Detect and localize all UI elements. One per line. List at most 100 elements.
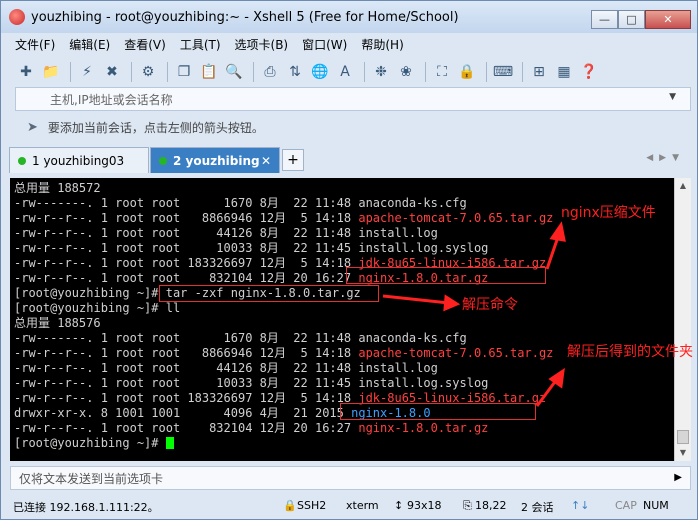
terminal-cursor [165,437,174,449]
annotation-compressed-file: nginx压缩文件 [561,205,656,221]
chevron-down-icon[interactable]: ▼ [669,92,676,102]
terminal-scrollbar[interactable]: ▲ ▼ [674,178,691,461]
connect-icon[interactable]: ⚡ [76,61,98,83]
script-icon[interactable]: ❀ [395,61,417,83]
transfer-icon[interactable]: ⇅ [284,61,306,83]
hint-text: 要添加当前会话，点击左侧的箭头按钮。 [47,120,264,135]
menu-tools[interactable]: 工具(T) [180,36,221,53]
open-folder-icon[interactable]: 📁 [40,61,62,83]
properties-icon[interactable]: ⚙ [137,61,159,83]
terminal-text: -rw-r--r--. 1 root root 183326697 12月 5 … [14,256,359,270]
session-hint-bar: ➤ 要添加当前会话，点击左侧的箭头按钮。 [15,115,691,139]
annotation-extract-command: 解压命令 [462,297,518,313]
terminal-line: -rw-r--r--. 1 root root 10033 8月 22 11:4… [14,241,488,256]
terminal-text: -rw-r--r--. 1 root root 183326697 12月 5 … [14,391,359,405]
menu-bar: 文件(F) 编辑(E) 查看(V) 工具(T) 选项卡(B) 窗口(W) 帮助(… [15,33,418,55]
xshell-logo-icon [9,9,25,25]
find-icon[interactable]: 🔍 [223,61,245,83]
terminal-line: -rw-r--r--. 1 root root 44126 8月 22 11:4… [14,226,438,241]
tab-scroll-arrows[interactable]: ◀▶▼ [646,153,685,163]
compose-placeholder: 仅将文本发送到当前选项卡 [19,471,164,486]
print-icon[interactable]: ⎙ [259,61,281,83]
terminal-line: -rw-r--r--. 1 root root 8866946 12月 5 14… [14,346,553,361]
menu-help[interactable]: 帮助(H) [361,36,403,53]
paste-icon[interactable]: 📋 [198,61,220,83]
terminal-filename: install.log [358,226,438,240]
terminal-line: [root@youzhibing ~]# [14,436,174,451]
scroll-thumb[interactable] [677,430,689,444]
terminal-text: [root@youzhibing ~]# [14,286,166,300]
status-num: NUM [643,499,669,512]
terminal-line: -rw-------. 1 root root 1670 8月 22 11:48… [14,196,467,211]
terminal-text: -rw-r--r--. 1 root root 10033 8月 22 11:4… [14,376,359,390]
new-tab-button[interactable]: + [282,149,304,171]
connected-status-icon [159,156,167,165]
menu-window[interactable]: 窗口(W) [302,36,347,53]
terminal-line: -rw-r--r--. 1 root root 8866946 12月 5 14… [14,211,553,226]
tab-close-icon[interactable]: ✕ [261,154,271,168]
annotation-box-folder [340,403,536,420]
tab-youzhibing[interactable]: 2 youzhibing ✕ [150,147,280,173]
minimize-button[interactable]: — [591,10,618,29]
maximize-button[interactable]: □ [618,10,645,29]
annotation-extracted-folder: 解压后得到的文件夹 [567,344,693,360]
terminal-text: -rw-r--r--. 1 root root 8866946 12月 5 14… [14,346,359,360]
address-bar[interactable]: 主机,IP地址或会话名称 ▼ [15,87,691,111]
status-cursor-position: 18,22 [475,499,507,512]
terminal-text: -rw-------. 1 root root 1670 8月 22 11:48 [14,331,359,345]
close-button[interactable]: ✕ [645,10,691,29]
menu-view[interactable]: 查看(V) [124,36,166,53]
terminal-filename: install.log [358,361,438,375]
connected-status-icon [18,156,26,165]
cursor-icon: ⎘ [463,499,472,512]
xftp-icon[interactable]: ❉ [370,61,392,83]
annotation-box-tarball [346,267,546,284]
menu-tab[interactable]: 选项卡(B) [235,36,289,53]
terminal-line: -rw-r--r--. 1 root root 832104 12月 20 16… [14,421,488,436]
compose-menu-icon[interactable]: ▶ [674,472,682,483]
font-icon[interactable]: A [334,61,356,83]
menu-edit[interactable]: 编辑(E) [69,36,110,53]
terminal-text: -rw-r--r--. 1 root root 832104 12月 20 16… [14,271,359,285]
tab-label: 1 youzhibing03 [32,153,125,168]
terminal-text: drwxr-xr-x. 8 1001 1001 4096 4月 21 2015 [14,406,352,420]
terminal-line: -rw-r--r--. 1 root root 10033 8月 22 11:4… [14,376,488,391]
copy-icon[interactable]: ❐ [173,61,195,83]
terminal-line: 总用量 188576 [14,316,101,331]
status-caps: CAP [615,499,637,512]
lock-icon[interactable]: 🔒 [456,61,478,83]
disconnect-icon[interactable]: ✖ [101,61,123,83]
terminal-text: -rw-r--r--. 1 root root 832104 12月 20 16… [14,421,359,435]
layout-icon[interactable]: ▦ [553,61,575,83]
terminal-text: -rw-r--r--. 1 root root 44126 8月 22 11:4… [14,361,359,375]
status-size: 93x18 [407,499,442,512]
xshell-window: youzhibing - root@youzhibing:~ - Xshell … [0,0,698,520]
scroll-up-icon[interactable]: ▲ [675,178,691,194]
terminal-filename: install.log.syslog [358,376,489,390]
keyboard-icon[interactable]: ⌨ [492,61,514,83]
terminal-filename: apache-tomcat-7.0.65.tar.gz [358,346,554,360]
terminal-filename: anaconda-ks.cfg [358,196,467,210]
arrow-icon[interactable]: ➤ [27,120,38,135]
tab-bar: 1 youzhibing03 2 youzhibing ✕ + ◀▶▼ [9,147,691,173]
fullscreen-icon[interactable]: ⛶ [431,61,453,83]
terminal-line: 总用量 188572 [14,181,101,196]
globe-icon[interactable]: 🌐 [309,61,331,83]
help-icon[interactable]: ❓ [578,61,600,83]
transfer-arrows-icon[interactable]: ↑↓ [571,499,589,512]
address-placeholder: 主机,IP地址或会话名称 [50,92,173,107]
toolbar: ✚ 📁 ⚡ ✖ ⚙ ❐ 📋 🔍 ⎙ ⇅ 🌐 A ❉ ❀ ⛶ 🔒 ⌨ ⊞ ▦ ❓ [15,57,691,87]
tab-youzhibing03[interactable]: 1 youzhibing03 [9,147,149,173]
terminal-line: -rw-r--r--. 1 root root 44126 8月 22 11:4… [14,361,438,376]
status-terminal-type: xterm [346,499,379,512]
add-icon[interactable]: ⊞ [528,61,550,83]
lock-icon: 🔒 [283,499,297,512]
status-protocol: SSH2 [297,499,327,512]
terminal-text: -rw-r--r--. 1 root root 8866946 12月 5 14… [14,211,359,225]
terminal-filename: install.log.syslog [358,241,489,255]
compose-bar[interactable]: 仅将文本发送到当前选项卡 ▶ [10,466,691,490]
new-session-icon[interactable]: ✚ [15,61,37,83]
terminal-text: 总用量 188572 [14,181,101,195]
menu-file[interactable]: 文件(F) [15,36,55,53]
scroll-down-icon[interactable]: ▼ [675,445,691,461]
